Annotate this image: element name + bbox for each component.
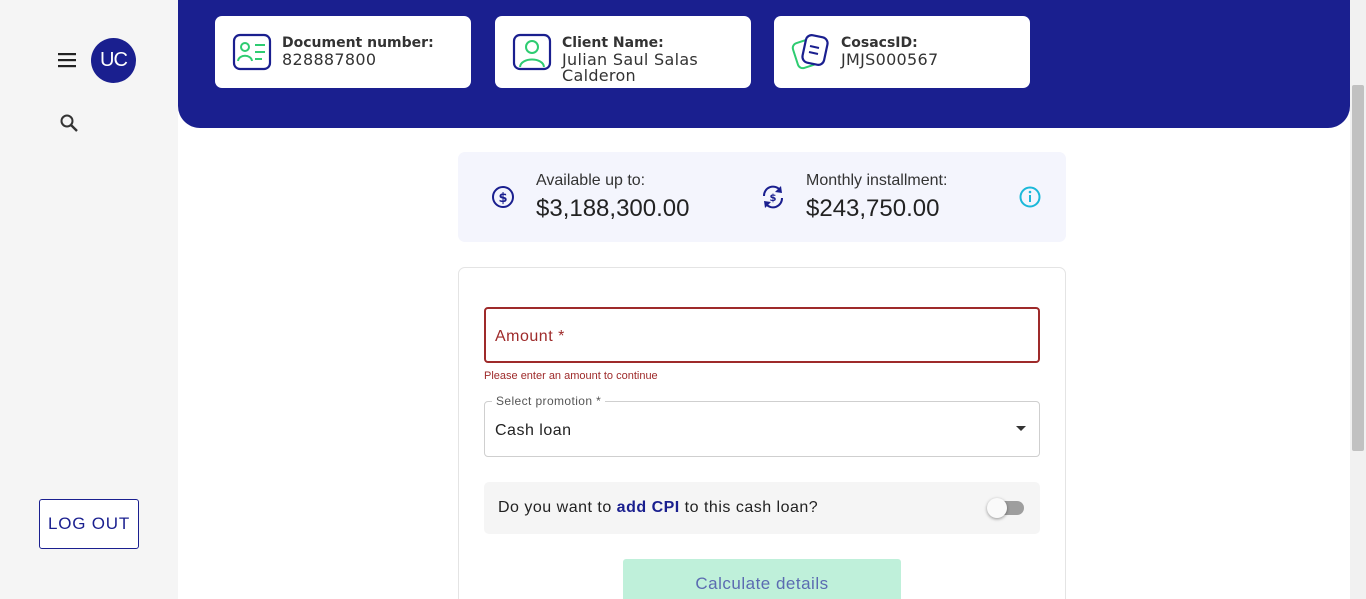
promotion-select[interactable]: Select promotion * Cash loan [484,394,1040,457]
page-scrollbar[interactable] [1350,0,1366,599]
document-number-card: Document number: 828887800 [215,16,471,88]
credit-summary: $ Available up to: $3,188,300.00 $ Month… [458,152,1066,242]
refresh-dollar-icon: $ [760,184,786,210]
toggle-knob[interactable] [987,498,1007,518]
available-value: $3,188,300.00 [536,195,690,222]
menu-icon[interactable] [56,49,78,71]
cpi-question-end: to this cash loan? [679,499,819,516]
cpi-question: Do you want to add CPI to this cash loan… [498,499,818,517]
avatar[interactable]: UC [91,38,136,83]
search-icon[interactable] [58,112,80,134]
client-header: Document number: 828887800 Client Name: … [178,0,1350,128]
svg-text:$: $ [770,193,777,204]
amount-label: Amount * [495,328,565,345]
user-icon [512,32,552,72]
cpi-question-start: Do you want to [498,499,617,516]
document-number-value: 828887800 [282,50,377,69]
sidebar: UC LOG OUT [0,0,178,599]
id-card-icon [232,32,272,72]
info-icon[interactable] [1018,185,1042,209]
installment-label: Monthly installment: [806,172,948,189]
document-number-label: Document number: [282,35,434,51]
svg-text:$: $ [498,191,507,206]
client-name-label: Client Name: [562,35,664,51]
calculate-details-button[interactable]: Calculate details [623,559,901,599]
promotion-label: Select promotion * [492,394,606,408]
amount-error-message: Please enter an amount to continue [484,370,658,382]
available-label: Available up to: [536,172,646,189]
logout-button[interactable]: LOG OUT [39,499,139,549]
cosacs-id-value: JMJS000567 [841,50,939,69]
promotion-value: Cash loan [495,422,572,439]
cpi-option-row: Do you want to add CPI to this cash loan… [484,482,1040,534]
cpi-toggle[interactable] [987,498,1024,518]
client-name-card: Client Name: Julian Saul Salas Calderon [495,16,751,88]
amount-field[interactable]: Amount * [484,307,1040,363]
cpi-question-highlight: add CPI [616,499,680,516]
document-icon [791,32,831,72]
cosacs-id-card: CosacsID: JMJS000567 [774,16,1030,88]
cosacs-id-label: CosacsID: [841,35,918,51]
scrollbar-thumb[interactable] [1352,85,1364,451]
dollar-coin-icon: $ [490,184,516,210]
caret-down-icon[interactable] [1016,426,1026,431]
client-name-value: Julian Saul Salas Calderon [562,50,699,85]
installment-value: $243,750.00 [806,195,940,222]
